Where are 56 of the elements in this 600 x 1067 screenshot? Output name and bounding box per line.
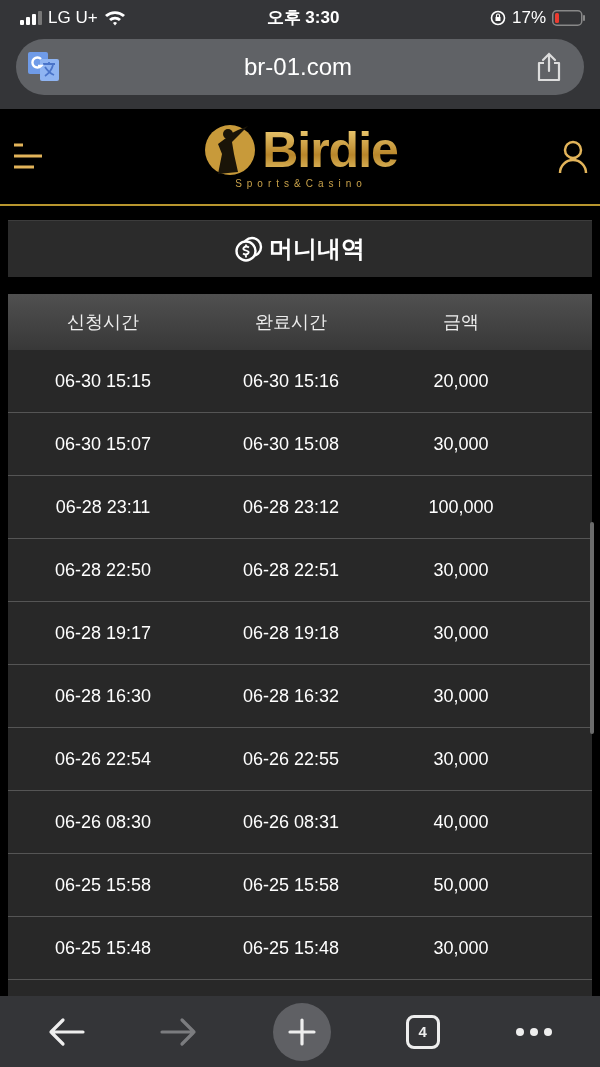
table-cell-text: 06-28 16:30 xyxy=(53,685,153,707)
table-cell-text: 30,000 xyxy=(432,622,490,644)
table-cell-text: 06-28 19:18 xyxy=(241,622,341,644)
table-cell-text: 06-25 15:48 xyxy=(241,937,341,959)
table-cell-text: 30,000 xyxy=(432,937,490,959)
column-header: 금액 xyxy=(442,311,480,334)
table-cell-text: 06-26 22:55 xyxy=(241,748,341,770)
column-header: 완료시간 xyxy=(254,311,328,334)
signal-icon xyxy=(20,10,42,25)
clock-time: 오후 3:30 xyxy=(266,7,340,29)
table-cell-text: 30,000 xyxy=(432,433,490,455)
back-arrow-icon xyxy=(47,1016,86,1047)
table-cell-text: 30,000 xyxy=(432,559,490,581)
battery-percent: 17% xyxy=(511,7,546,28)
column-header: 신청시간 xyxy=(66,311,140,334)
table-cell-text: 06-25 15:48 xyxy=(53,937,153,959)
table-cell-text: 06-28 22:51 xyxy=(241,559,341,581)
table-cell-text: 06-26 22:54 xyxy=(53,748,153,770)
table-cell-text: 30,000 xyxy=(432,748,490,770)
coins-icon xyxy=(235,236,263,262)
url-text: br-01.com xyxy=(243,53,352,81)
user-icon[interactable] xyxy=(558,139,588,174)
table-cell-text: 06-28 23:12 xyxy=(241,496,341,518)
menu-icon[interactable] xyxy=(12,141,44,172)
table-cell-text: 50,000 xyxy=(432,874,490,896)
table-cell-text: 30,000 xyxy=(432,685,490,707)
table-cell-text: 06-30 15:16 xyxy=(241,370,341,392)
tab-count-button[interactable]: 4 xyxy=(405,1014,440,1049)
table-cell-text: 40,000 xyxy=(432,811,490,833)
battery-icon xyxy=(552,9,586,26)
table-cell-text: 06-25 15:58 xyxy=(53,874,153,896)
table-cell-text: 06-25 15:58 xyxy=(241,874,341,896)
table-cell-text: 06-30 15:08 xyxy=(241,433,341,455)
more-dots-icon xyxy=(514,1026,553,1037)
table-cell-text: 06-30 15:15 xyxy=(53,370,153,392)
logo-emblem-icon xyxy=(204,124,257,176)
plus-icon xyxy=(288,1017,316,1046)
share-icon[interactable] xyxy=(536,52,562,82)
translate-icon[interactable] xyxy=(28,52,60,82)
logo-tagline: Sports&Casino xyxy=(235,178,367,189)
table-cell-text: 06-28 19:17 xyxy=(53,622,153,644)
table-cell-text: 06-28 23:11 xyxy=(54,496,152,518)
table-cell-text: 06-30 15:07 xyxy=(53,433,153,455)
back-button[interactable] xyxy=(47,1016,86,1047)
more-button[interactable] xyxy=(514,1026,553,1037)
table-cell-text: 06-28 16:32 xyxy=(241,685,341,707)
table-cell-text: 06-28 22:50 xyxy=(53,559,153,581)
carrier-name: LG U+ xyxy=(48,7,98,28)
table-cell-text: 20,000 xyxy=(432,370,490,392)
table-cell-text: 06-26 08:30 xyxy=(53,811,153,833)
table-cell-text: 06-26 08:31 xyxy=(241,811,341,833)
wifi-icon xyxy=(103,9,126,26)
table-cell-text: 100,000 xyxy=(427,496,495,518)
address-bar[interactable]: br-01.com xyxy=(16,39,584,95)
page-title: 머니내역 xyxy=(269,234,365,264)
rotation-lock-icon xyxy=(489,9,506,26)
